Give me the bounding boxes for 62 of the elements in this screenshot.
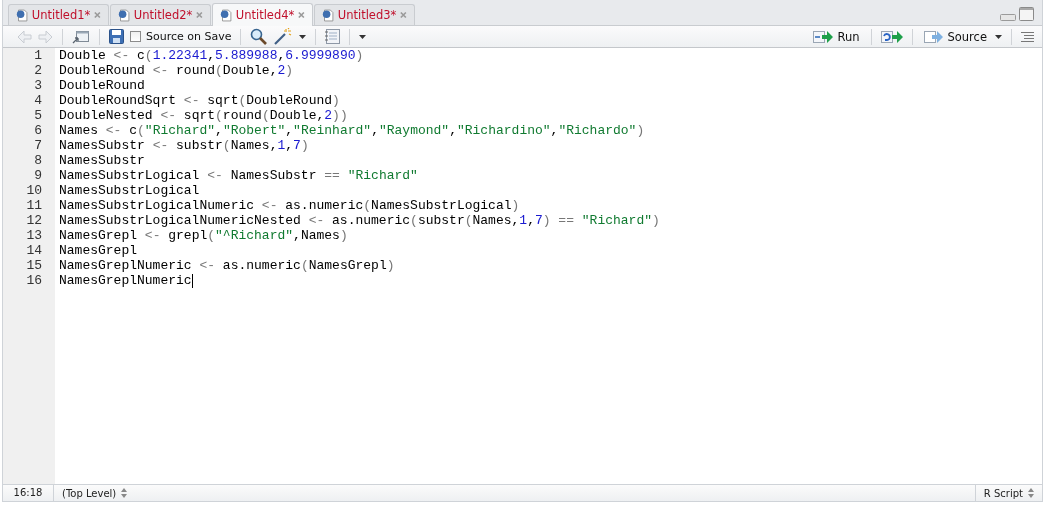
cursor-position: 16:18 [3, 485, 54, 501]
file-type-dropdown[interactable]: R Script [974, 485, 1042, 501]
scope-dropdown[interactable]: (Top Level) [54, 487, 136, 499]
line-number: 13 [25, 228, 43, 243]
notebook-icon[interactable] [325, 29, 341, 44]
outline-icon[interactable] [1021, 31, 1034, 42]
line-number: 4 [33, 93, 43, 108]
editor-tab[interactable]: Untitled3* [314, 4, 415, 25]
code-line: NamesSubstrLogical <- NamesSubstr == "Richard" [59, 168, 418, 183]
minimize-icon[interactable] [1000, 13, 1016, 21]
code-line: Names <- c("Richard","Robert","Reinhard","Raymond","Richardino","Richardo") [59, 123, 645, 138]
line-number: 11 [25, 198, 43, 213]
line-number: 8 [33, 153, 43, 168]
line-number: 10 [25, 183, 43, 198]
source-arrow-icon [923, 29, 944, 44]
source-on-save-checkbox[interactable]: Source on Save [130, 30, 232, 43]
close-icon[interactable] [298, 11, 305, 19]
code-line: DoubleRound [59, 78, 145, 93]
line-number: 6 [33, 123, 43, 138]
window-icon[interactable] [72, 28, 90, 45]
line-number: 5 [33, 108, 43, 123]
caret-icon[interactable] [995, 34, 1002, 39]
code-line: DoubleNested <- sqrt(round(Double,2)) [59, 108, 348, 123]
search-icon[interactable] [250, 28, 268, 45]
code-line: Double <- c(1.22341,5.889988,6.9999890) [59, 48, 364, 63]
magic-wand-icon[interactable] [273, 28, 294, 45]
line-number: 3 [33, 78, 43, 93]
code-line: NamesSubstrLogical [59, 183, 200, 198]
updown-icon [121, 488, 128, 498]
close-icon[interactable] [196, 11, 203, 19]
code-line: DoubleRoundSqrt <- sqrt(DoubleRound) [59, 93, 340, 108]
rerun-icon[interactable] [880, 29, 903, 44]
line-number: 2 [33, 63, 43, 78]
line-number: 12 [25, 213, 43, 228]
code-line: NamesGrepl <- grepl("^Richard",Names) [59, 228, 348, 243]
code-line: NamesGreplNumeric [59, 273, 192, 288]
caret-icon[interactable] [299, 34, 307, 39]
save-icon[interactable] [109, 29, 124, 44]
maximize-icon[interactable] [1019, 7, 1034, 21]
run-button[interactable]: Run [811, 29, 862, 44]
line-number: 9 [33, 168, 43, 183]
line-number: 15 [25, 258, 43, 273]
editor-tab[interactable]: Untitled4* [212, 3, 313, 26]
updown-icon [1028, 488, 1034, 498]
line-number: 16 [25, 273, 43, 288]
editor-tab[interactable]: Untitled2* [110, 4, 211, 25]
code-line: NamesGreplNumeric <- as.numeric(NamesGrepl) [59, 258, 395, 273]
source-button[interactable]: Source [921, 29, 989, 44]
close-icon[interactable] [400, 11, 407, 19]
line-number: 14 [25, 243, 43, 258]
code-line: NamesGrepl [59, 243, 137, 258]
code-line: NamesSubstrLogicalNumeric <- as.numeric(NamesSubstrLogical) [59, 198, 520, 213]
close-icon[interactable] [94, 11, 101, 19]
editor-tab[interactable]: Untitled1* [8, 4, 109, 25]
run-arrow-icon [813, 29, 834, 44]
line-number: 1 [33, 48, 43, 63]
caret-icon[interactable] [359, 34, 367, 39]
code-line: NamesSubstr [59, 153, 145, 168]
code-line: DoubleRound <- round(Double,2) [59, 63, 294, 78]
line-number: 7 [33, 138, 43, 153]
code-line: NamesSubstr <- substr(Names,1,7) [59, 138, 309, 153]
code-line: NamesSubstrLogicalNumericNested <- as.numeric(substr(Names,1,7) == "Richard") [59, 213, 660, 228]
